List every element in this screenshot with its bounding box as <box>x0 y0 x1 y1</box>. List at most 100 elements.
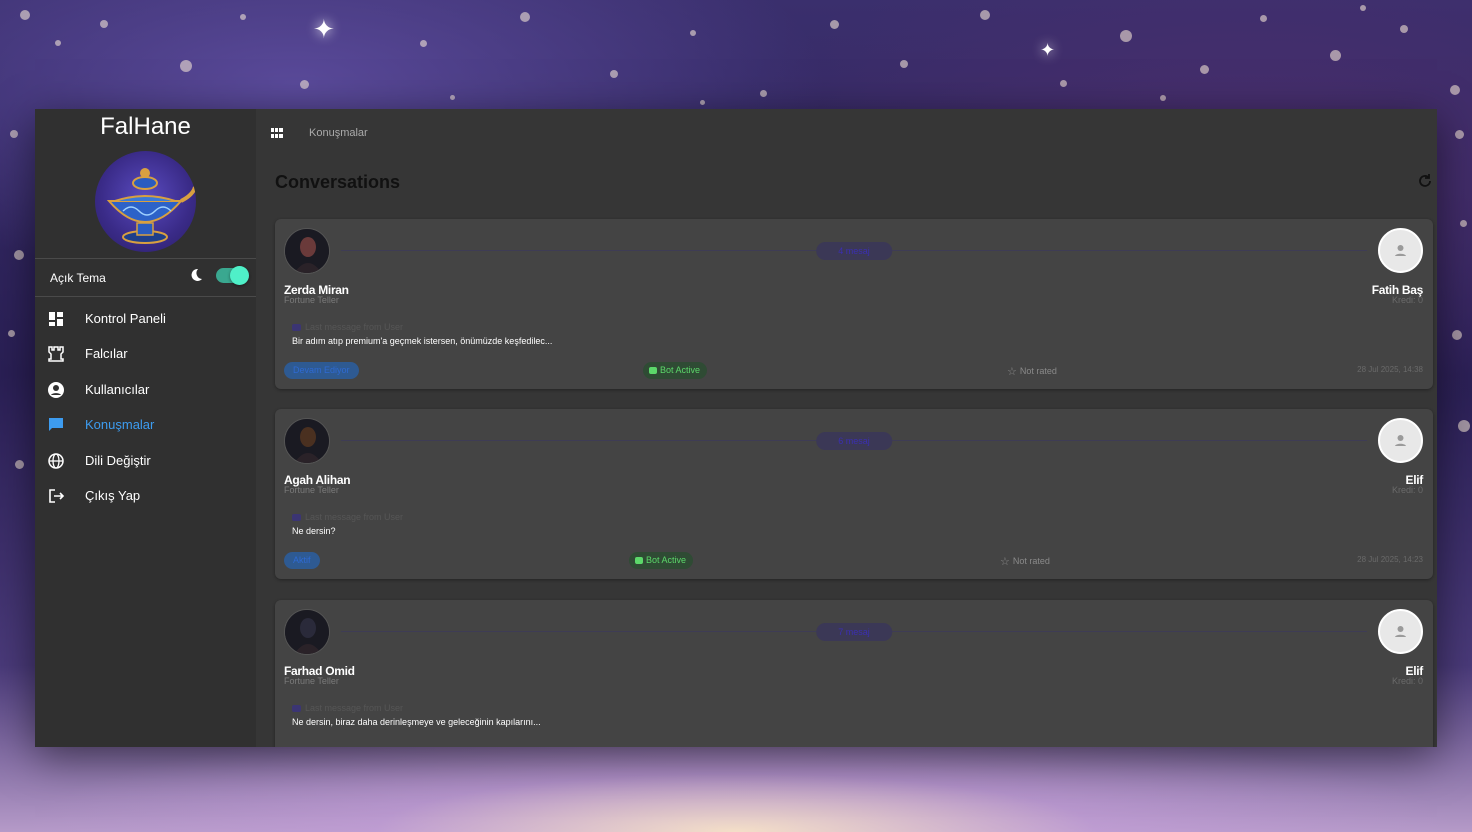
rating: ☆ Not rated <box>1007 365 1057 378</box>
globe-icon <box>48 453 64 469</box>
robot-icon <box>635 557 643 564</box>
person-icon <box>1395 435 1406 446</box>
logout-icon <box>49 489 65 503</box>
user-avatar[interactable] <box>1378 609 1423 654</box>
bokeh-dot <box>100 20 108 28</box>
message-count-badge: 4 mesaj <box>816 242 892 260</box>
last-message-label: Last message from User <box>292 322 403 332</box>
bokeh-dot <box>450 95 455 100</box>
bokeh-dot <box>1330 50 1341 61</box>
sidebar-item-language[interactable]: Dili Değiştir <box>35 444 256 478</box>
bokeh-dot <box>760 90 767 97</box>
teller-role: Fortune Teller <box>284 676 339 686</box>
apps-grid-icon[interactable] <box>271 128 283 138</box>
chat-bubble-icon <box>292 324 301 332</box>
chat-bubble-icon <box>292 705 301 713</box>
sidebar-item-users[interactable]: Kullanıcılar <box>35 373 256 407</box>
sidebar-item-dashboard[interactable]: Kontrol Paneli <box>35 302 256 336</box>
teller-avatar[interactable] <box>284 609 330 655</box>
sidebar-item-label: Dili Değiştir <box>85 453 151 468</box>
bokeh-dot <box>180 60 192 72</box>
status-badge: Aktif <box>284 552 320 569</box>
brand-title: FalHane <box>100 113 191 140</box>
rating-text: Not rated <box>1012 556 1050 566</box>
bokeh-dot <box>14 250 24 260</box>
sidebar-item-label: Konuşmalar <box>85 417 155 432</box>
bokeh-dot <box>520 12 530 22</box>
person-icon <box>1395 626 1406 637</box>
theme-label: Açık Tema <box>50 271 106 285</box>
sparkle-icon: ✦ <box>313 14 335 44</box>
app-window: FalHane Açık Tema Kontrol Paneli Falcıla… <box>35 109 1437 747</box>
bokeh-dot <box>1460 220 1467 227</box>
bokeh-dot <box>10 130 18 138</box>
rating-text: Not rated <box>1019 366 1057 376</box>
bokeh-dot <box>1120 30 1132 42</box>
bokeh-dot <box>1260 15 1267 22</box>
user-avatar[interactable] <box>1378 418 1423 463</box>
bokeh-dot <box>610 70 618 78</box>
user-credit: Kredi: 0 <box>1391 295 1423 305</box>
page-title: Conversations <box>275 172 401 192</box>
bokeh-dot <box>690 30 696 36</box>
bokeh-dot <box>1458 420 1470 432</box>
bokeh-dot <box>1060 80 1067 87</box>
theme-toggle-knob[interactable] <box>230 266 249 285</box>
bokeh-dot <box>15 460 24 469</box>
star-icon: ☆ <box>1007 366 1017 378</box>
teller-avatar[interactable] <box>284 418 330 464</box>
teller-avatar[interactable] <box>284 228 330 274</box>
bokeh-dot <box>20 10 30 20</box>
last-message-label-text: Last message from User <box>305 703 404 713</box>
last-message-label-text: Last message from User <box>305 322 404 332</box>
sidebar-item-fortune-tellers[interactable]: Falcılar <box>35 337 256 371</box>
sidebar-item-label: Falcılar <box>85 346 128 361</box>
lamp-logo-icon <box>95 151 196 252</box>
last-message-label-text: Last message from User <box>305 512 404 522</box>
sidebar-item-label: Kontrol Paneli <box>85 311 166 326</box>
status-badge: Devam Ediyor <box>284 362 359 379</box>
message-count-badge: 7 mesaj <box>816 623 892 641</box>
user-credit: Kredi: 0 <box>1391 485 1423 495</box>
bokeh-dot <box>1400 25 1408 33</box>
castle-icon <box>48 346 64 362</box>
theme-row: Açık Tema <box>35 259 256 295</box>
sparkle-icon: ✦ <box>1040 40 1056 60</box>
last-message-text: Bir adım atıp premium'a geçmek istersen,… <box>292 336 553 346</box>
sidebar-item-label: Çıkış Yap <box>85 488 141 503</box>
conversation-card[interactable]: 7 mesaj Farhad Omid Fortune Teller Elif … <box>275 600 1433 747</box>
robot-icon <box>649 367 657 374</box>
last-message-text: Ne dersin? <box>292 526 336 536</box>
user-circle-icon <box>48 382 64 398</box>
sidebar-item-logout[interactable]: Çıkış Yap <box>35 479 256 513</box>
bokeh-dot <box>1450 85 1460 95</box>
last-message-label: Last message from User <box>292 703 403 713</box>
bokeh-dot <box>1200 65 1209 74</box>
chat-icon <box>49 418 63 431</box>
bokeh-dot <box>300 80 309 89</box>
bokeh-dot <box>900 60 908 68</box>
bokeh-dot <box>8 330 15 337</box>
bokeh-dot <box>1455 130 1464 139</box>
bokeh-dot <box>1160 95 1166 101</box>
breadcrumb: Konuşmalar <box>309 127 368 139</box>
conversation-date: 28 Jul 2025, 14:38 <box>1357 365 1423 374</box>
bokeh-dot <box>420 40 427 47</box>
bokeh-dot <box>700 100 705 105</box>
conversation-card[interactable]: 6 mesaj Agah Alihan Fortune Teller Elif … <box>275 409 1433 579</box>
bokeh-dot <box>830 20 839 29</box>
bokeh-dot <box>240 14 246 20</box>
bokeh-dot <box>55 40 61 46</box>
dashboard-icon <box>49 312 63 326</box>
refresh-icon[interactable] <box>1417 173 1433 189</box>
teller-role: Fortune Teller <box>284 485 339 495</box>
conversation-card[interactable]: 4 mesaj Zerda Miran Fortune Teller Fatih… <box>275 219 1433 389</box>
user-avatar[interactable] <box>1378 228 1423 273</box>
sidebar-item-conversations[interactable]: Konuşmalar <box>35 408 256 442</box>
top-bar: Konuşmalar <box>256 109 1437 157</box>
star-icon: ☆ <box>1000 556 1010 568</box>
sidebar: FalHane Açık Tema Kontrol Paneli Falcıla… <box>35 109 256 747</box>
bokeh-dot <box>980 10 990 20</box>
bokeh-dot <box>1452 330 1462 340</box>
bot-status-badge: Bot Active <box>629 552 694 569</box>
